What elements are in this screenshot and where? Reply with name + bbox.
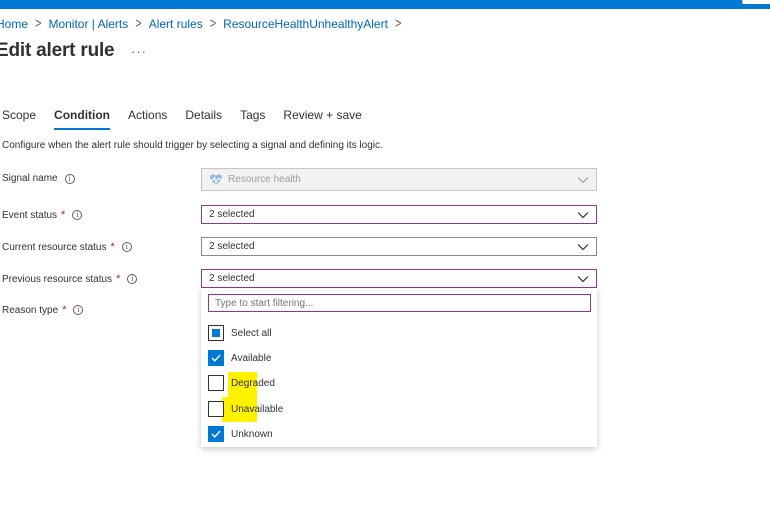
page-title: Edit alert rule — [0, 40, 115, 61]
previous-status-options-panel: Select all Available Degraded Unavailabl… — [201, 288, 597, 447]
reason-type-label: Reason type * i — [2, 304, 84, 316]
chevron-down-icon — [577, 211, 589, 218]
reason-type-label-text: Reason type — [2, 304, 59, 316]
previous-resource-status-dropdown[interactable]: 2 selected — [201, 269, 597, 288]
checkbox-checked[interactable] — [208, 426, 224, 442]
breadcrumb-separator: > — [394, 16, 402, 32]
chevron-down-icon — [577, 243, 589, 250]
option-label: Unknown — [231, 428, 273, 440]
tab-actions[interactable]: Actions — [128, 108, 167, 130]
event-status-label-text: Event status — [2, 209, 58, 221]
checkmark-icon — [211, 354, 221, 362]
checkbox-unchecked[interactable] — [208, 401, 224, 417]
event-status-label: Event status * i — [2, 209, 83, 221]
event-status-value: 2 selected — [209, 209, 255, 220]
option-available[interactable]: Available — [208, 350, 271, 366]
tab-scope[interactable]: Scope — [2, 108, 36, 130]
option-degraded[interactable]: Degraded — [208, 375, 275, 391]
previous-resource-status-value: 2 selected — [209, 273, 255, 284]
signal-name-dropdown: Resource health — [201, 168, 597, 191]
option-label: Degraded — [231, 377, 275, 389]
info-icon[interactable]: i — [127, 274, 138, 284]
breadcrumb-home[interactable]: Home — [0, 17, 28, 31]
chevron-down-icon — [577, 275, 589, 282]
tab-details[interactable]: Details — [185, 108, 222, 130]
tab-tags[interactable]: Tags — [240, 108, 265, 130]
condition-description: Configure when the alert rule should tri… — [2, 140, 383, 151]
checkbox-indeterminate[interactable] — [208, 325, 224, 341]
option-unknown[interactable]: Unknown — [208, 426, 273, 442]
signal-name-label: Signal name i — [2, 173, 75, 184]
required-marker: * — [62, 304, 67, 316]
top-bar-control[interactable] — [742, 0, 770, 4]
checkbox-checked[interactable] — [208, 350, 224, 366]
info-icon[interactable]: i — [73, 305, 84, 315]
info-icon[interactable]: i — [64, 173, 75, 184]
checkmark-icon — [211, 430, 221, 438]
info-icon[interactable]: i — [72, 210, 83, 220]
heartbeat-icon — [209, 173, 223, 185]
previous-resource-status-label-text: Previous resource status — [2, 273, 113, 285]
breadcrumb-separator: > — [135, 16, 142, 32]
more-options-icon[interactable]: ··· — [131, 44, 147, 59]
signal-name-label-text: Signal name — [2, 173, 58, 184]
breadcrumb-monitor-alerts[interactable]: Monitor | Alerts — [48, 17, 128, 31]
event-status-dropdown[interactable]: 2 selected — [201, 205, 597, 224]
chevron-down-icon — [577, 176, 589, 183]
tab-bar: Scope Condition Actions Details Tags Rev… — [2, 108, 380, 130]
option-label: Unavailable — [231, 403, 284, 415]
breadcrumb: Home > Monitor | Alerts > Alert rules > … — [0, 16, 408, 32]
breadcrumb-separator: > — [209, 16, 217, 32]
current-resource-status-label-text: Current resource status — [2, 241, 107, 253]
current-resource-status-dropdown[interactable]: 2 selected — [201, 237, 597, 256]
required-marker: * — [61, 209, 66, 221]
option-unavailable[interactable]: Unavailable — [208, 401, 283, 417]
previous-resource-status-label: Previous resource status * i — [2, 273, 138, 285]
tab-review-save[interactable]: Review + save — [283, 108, 361, 130]
option-select-all[interactable]: Select all — [208, 325, 272, 341]
breadcrumb-alert-rules[interactable]: Alert rules — [149, 17, 203, 31]
tab-condition[interactable]: Condition — [54, 108, 110, 130]
breadcrumb-alert-name[interactable]: ResourceHealthUnhealthyAlert — [223, 17, 388, 31]
filter-input[interactable] — [208, 294, 591, 312]
current-resource-status-value: 2 selected — [209, 241, 255, 252]
option-label: Available — [231, 352, 272, 364]
portal-top-bar — [0, 0, 770, 9]
breadcrumb-separator: > — [35, 16, 42, 32]
current-resource-status-label: Current resource status * i — [2, 241, 132, 253]
required-marker: * — [116, 273, 121, 285]
signal-name-value: Resource health — [228, 174, 301, 185]
option-label: Select all — [231, 327, 272, 339]
info-icon[interactable]: i — [121, 242, 132, 252]
checkbox-unchecked[interactable] — [208, 375, 224, 391]
required-marker: * — [110, 241, 115, 253]
